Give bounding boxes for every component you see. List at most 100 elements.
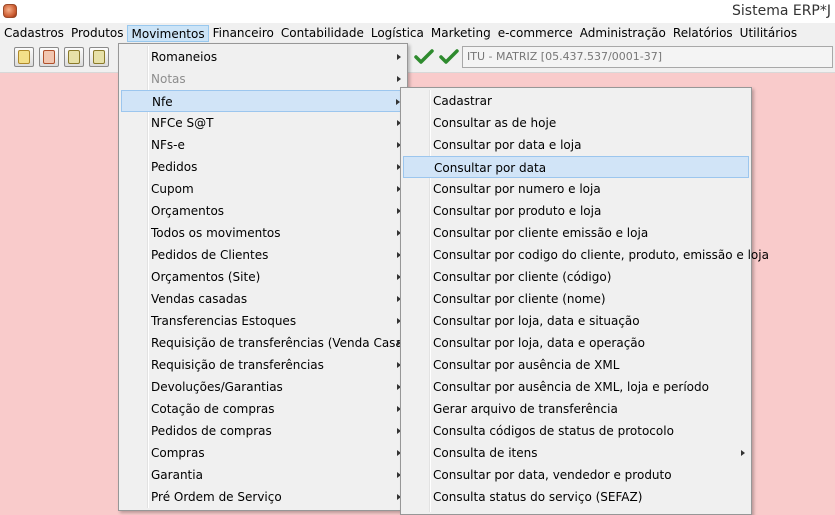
movimentos-menu: Romaneios Notas Nfe NFCe S@T NFs-e Pedidos Cup… <box>118 43 422 511</box>
menu-item-label: Requisição de transferências (Venda Casa… <box>151 336 423 350</box>
menu-item-consultar-por-data-e-loja[interactable]: Consultar por data e loja <box>403 134 749 156</box>
menu-item-compras[interactable]: Compras <box>121 442 405 464</box>
menu-item-orcamentos[interactable]: Orçamentos <box>121 200 405 222</box>
menu-item-requisicao-de-transferencias[interactable]: Requisição de transferências <box>121 354 405 376</box>
menu-item-label: Consultar as de hoje <box>433 116 557 130</box>
menu-item-consulta-status-do-servico-sefaz[interactable]: Consulta status do serviço (SEFAZ) <box>403 486 749 508</box>
menu-item-consultar-por-ausencia-de-xml-loja-e-periodo[interactable]: Consultar por ausência de XML, loja e pe… <box>403 376 749 398</box>
menu-item-romaneios[interactable]: Romaneios <box>121 46 405 68</box>
menu-item-label: Requisição de transferências <box>151 358 324 372</box>
menu-item-label: Gerar arquivo de transferência <box>433 402 618 416</box>
title-bar: Sistema ERP*J <box>0 0 835 23</box>
menu-item-consultar-por-data[interactable]: Consultar por data <box>403 156 749 178</box>
menu-item-label: Pedidos <box>151 160 198 174</box>
menu-item-label: Consultar por cliente (nome) <box>433 292 606 306</box>
menu-logistica[interactable]: Logística <box>367 24 427 42</box>
menu-item-consultar-as-de-hoje[interactable]: Consultar as de hoje <box>403 112 749 134</box>
menu-item-label: Pré Ordem de Serviço <box>151 490 282 504</box>
menu-administracao[interactable]: Administração <box>576 24 669 42</box>
menu-produtos[interactable]: Produtos <box>67 24 127 42</box>
menu-item-label: Consultar por numero e loja <box>433 182 601 196</box>
confirm-store-check-icon[interactable] <box>439 49 459 65</box>
menu-item-label: Nfe <box>152 95 173 109</box>
menu-item-pedidos-de-compras[interactable]: Pedidos de compras <box>121 420 405 442</box>
menu-item-orcamentos-site[interactable]: Orçamentos (Site) <box>121 266 405 288</box>
menu-item-gerar-arquivo-de-transferencia[interactable]: Gerar arquivo de transferência <box>403 398 749 420</box>
menu-item-notas: Notas <box>121 68 405 90</box>
menu-item-label: Cadastrar <box>433 94 492 108</box>
menu-item-label: Pedidos de Clientes <box>151 248 269 262</box>
menu-relatorios[interactable]: Relatórios <box>669 24 736 42</box>
menu-item-cotacao-de-compras[interactable]: Cotação de compras <box>121 398 405 420</box>
store-field[interactable]: ITU - MATRIZ [05.437.537/0001-37] <box>462 46 833 68</box>
menu-item-label: Consulta de itens <box>433 446 538 460</box>
menu-e-commerce[interactable]: e-commerce <box>494 24 576 42</box>
stop-icon-button[interactable] <box>39 47 59 67</box>
menu-item-consultar-por-cliente-codigo[interactable]: Consultar por cliente (código) <box>403 266 749 288</box>
stop-icon <box>43 50 55 64</box>
menu-item-devolucoes-garantias[interactable]: Devoluções/Garantias <box>121 376 405 398</box>
menu-item-consultar-por-cliente-emissao-e-loja[interactable]: Consultar por cliente emissão e loja <box>403 222 749 244</box>
menu-item-label: Consultar por cliente (código) <box>433 270 612 284</box>
app-icon[interactable] <box>3 4 17 18</box>
menu-item-label: Compras <box>151 446 205 460</box>
menu-item-label: Todos os movimentos <box>151 226 281 240</box>
menu-item-consultar-por-cliente-nome[interactable]: Consultar por cliente (nome) <box>403 288 749 310</box>
menu-item-consultar-por-codigo-do-cliente-produto-emissao-e-loja[interactable]: Consultar por codigo do cliente, produto… <box>403 244 769 266</box>
menu-item-pre-ordem-de-servico[interactable]: Pré Ordem de Serviço <box>121 486 405 508</box>
menu-item-label: Consultar por produto e loja <box>433 204 602 218</box>
menu-item-cupom[interactable]: Cupom <box>121 178 405 200</box>
menu-item-nfs-e[interactable]: NFs-e <box>121 134 405 156</box>
menu-item-label: Consultar por loja, data e situação <box>433 314 640 328</box>
submenu-arrow-icon <box>397 76 401 82</box>
menu-item-label: Devoluções/Garantias <box>151 380 283 394</box>
menu-item-label: Consultar por ausência de XML, loja e pe… <box>433 380 709 394</box>
confirm-check-icon[interactable] <box>414 49 434 65</box>
menu-item-todos-os-movimentos[interactable]: Todos os movimentos <box>121 222 405 244</box>
menu-item-label: Orçamentos <box>151 204 225 218</box>
menu-item-label: Romaneios <box>151 50 218 64</box>
menu-financeiro[interactable]: Financeiro <box>209 24 277 42</box>
menu-item-consulta-codigos-de-status-de-protocolo[interactable]: Consulta códigos de status de protocolo <box>403 420 749 442</box>
menu-item-label: Pedidos de compras <box>151 424 272 438</box>
menu-item-label: Consultar por cliente emissão e loja <box>433 226 649 240</box>
menu-marketing[interactable]: Marketing <box>427 24 494 42</box>
menu-item-vendas-casadas[interactable]: Vendas casadas <box>121 288 405 310</box>
menu-item-consultar-por-ausencia-de-xml[interactable]: Consultar por ausência de XML <box>403 354 749 376</box>
menu-item-consultar-por-loja-data-e-situacao[interactable]: Consultar por loja, data e situação <box>403 310 749 332</box>
menu-item-label: Orçamentos (Site) <box>151 270 261 284</box>
menu-item-nfe[interactable]: Nfe <box>121 90 405 112</box>
menu-item-garantia[interactable]: Garantia <box>121 464 405 486</box>
menu-utilitarios[interactable]: Utilitários <box>736 24 800 42</box>
menu-item-label: Consultar por ausência de XML <box>433 358 620 372</box>
menu-item-label: NFCe S@T <box>151 116 214 130</box>
submenu-arrow-icon <box>397 54 401 60</box>
menu-item-pedidos-de-clientes[interactable]: Pedidos de Clientes <box>121 244 405 266</box>
menu-item-requisicao-de-transferencias-venda-casada[interactable]: Requisição de transferências (Venda Casa… <box>121 332 422 354</box>
search-icon-button[interactable] <box>64 47 84 67</box>
menu-cadastros[interactable]: Cadastros <box>0 24 67 42</box>
menu-item-consultar-por-loja-data-e-operacao[interactable]: Consultar por loja, data e operação <box>403 332 749 354</box>
nfe-submenu: Cadastrar Consultar as de hoje Consultar p… <box>400 87 769 515</box>
menu-item-cadastrar[interactable]: Cadastrar <box>403 90 749 112</box>
menu-item-pedidos[interactable]: Pedidos <box>121 156 405 178</box>
search-icon <box>68 50 80 64</box>
menu-movimentos[interactable]: Movimentos <box>126 25 209 42</box>
search-edit-icon-button[interactable] <box>89 47 109 67</box>
menu-item-label: Transferencias Estoques <box>151 314 297 328</box>
menu-item-label: Consultar por data, vendedor e produto <box>433 468 672 482</box>
menu-item-label: Consultar por loja, data e operação <box>433 336 645 350</box>
menu-item-transferencias-estoques[interactable]: Transferencias Estoques <box>121 310 405 332</box>
menu-item-label: Consulta códigos de status de protocolo <box>433 424 674 438</box>
menu-item-nfce-s-t[interactable]: NFCe S@T <box>121 112 405 134</box>
menu-item-label: Consultar por data <box>434 161 547 175</box>
menu-item-consultar-por-data-vendedor-e-produto[interactable]: Consultar por data, vendedor e produto <box>403 464 749 486</box>
help-icon-button[interactable] <box>14 47 34 67</box>
menu-item-consultar-por-numero-e-loja[interactable]: Consultar por numero e loja <box>403 178 749 200</box>
menu-item-consulta-de-itens[interactable]: Consulta de itens <box>403 442 749 464</box>
menu-contabilidade[interactable]: Contabilidade <box>277 24 367 42</box>
menu-item-consultar-por-produto-e-loja[interactable]: Consultar por produto e loja <box>403 200 749 222</box>
menu-item-label: Garantia <box>151 468 203 482</box>
help-icon <box>18 50 30 64</box>
menu-item-label: Consultar por codigo do cliente, produto… <box>433 248 769 262</box>
